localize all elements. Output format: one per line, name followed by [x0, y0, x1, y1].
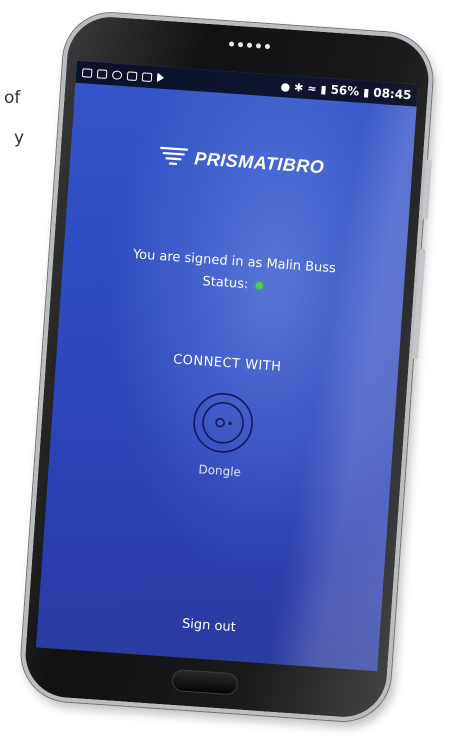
cast-icon	[96, 68, 108, 79]
signal-icon: ▮	[320, 82, 328, 96]
wifi-icon: ≈	[306, 81, 318, 96]
dongle-label: Dongle	[198, 462, 242, 480]
main-content: PRISMATIBRO You are signed in as Malin B…	[36, 83, 417, 671]
phone-frame: ● ✱ ≈ ▮ 56% ▮ 08:45 PRISMATIBRO You are …	[18, 9, 436, 725]
gallery-icon	[126, 70, 138, 81]
dongle-connect-button[interactable]: Dongle	[182, 389, 263, 490]
connect-with-heading: CONNECT WITH	[172, 352, 282, 375]
status-indicator	[255, 281, 264, 290]
dongle-icon	[193, 393, 253, 453]
image-icon	[141, 71, 153, 82]
battery-icon: ▮	[362, 85, 370, 99]
location-icon: ●	[280, 79, 291, 94]
circle-icon	[111, 69, 123, 80]
app-logo: PRISMATIBRO	[70, 139, 413, 185]
volume-button[interactable]	[421, 159, 432, 220]
clock: 08:45	[372, 85, 412, 103]
sign-out-button[interactable]: Sign out	[38, 606, 380, 645]
notification-icons	[81, 67, 165, 83]
bluetooth-icon: ✱	[293, 80, 304, 95]
status-label: Status:	[201, 274, 249, 293]
mail-icon	[81, 67, 93, 78]
prism-logo-icon	[159, 146, 189, 166]
app-screen: ● ✱ ≈ ▮ 56% ▮ 08:45 PRISMATIBRO You are …	[35, 60, 419, 672]
logo-wordmark: PRISMATIBRO	[193, 147, 325, 177]
play-icon	[156, 72, 165, 83]
battery-percent: 56%	[330, 82, 360, 99]
background-text-fragment: of	[4, 88, 21, 108]
speaker-grille	[228, 41, 271, 50]
power-button[interactable]	[412, 249, 426, 360]
home-button[interactable]	[171, 668, 239, 696]
background-text-fragment: y	[14, 128, 25, 148]
